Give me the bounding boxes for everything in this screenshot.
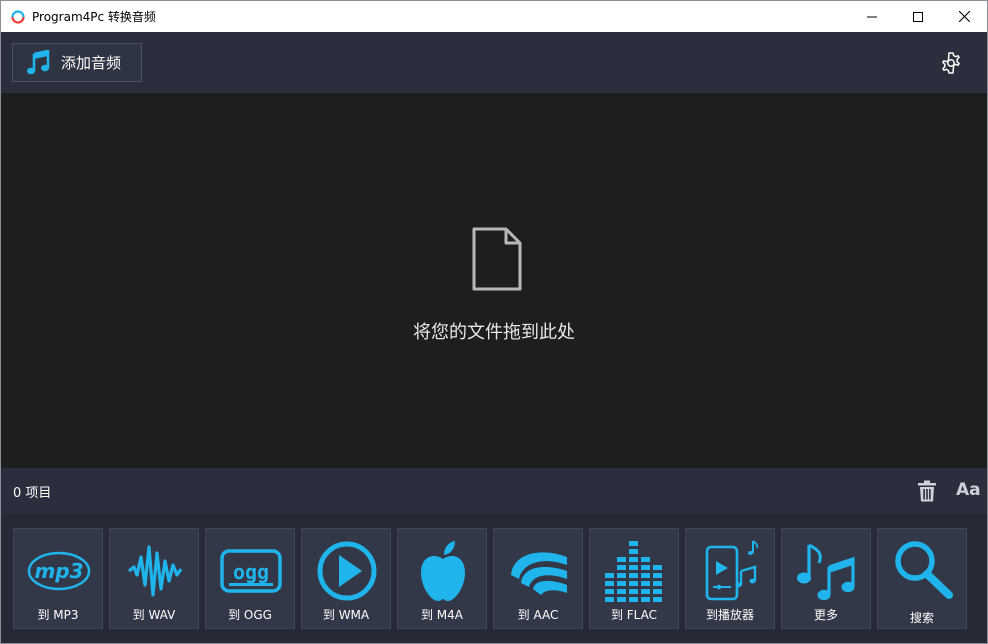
gear-icon[interactable]: [939, 51, 963, 75]
window-title: Program4Pc 转换音频: [32, 10, 156, 24]
maximize-icon: [913, 11, 923, 22]
app-logo-icon: [11, 9, 25, 24]
drop-zone[interactable]: 将您的文件拖到此处: [1, 93, 987, 468]
close-icon: [958, 11, 970, 22]
search-label: 搜索: [909, 611, 934, 625]
drop-hint-text: 将您的文件拖到此处: [413, 322, 575, 343]
more-formats-label: 更多: [813, 608, 838, 622]
minimize-button[interactable]: [849, 1, 895, 32]
close-button[interactable]: [941, 1, 987, 32]
convert-mp3-button[interactable]: mp3 到 MP3: [13, 528, 103, 629]
minimize-icon: [867, 16, 877, 17]
more-formats-button[interactable]: 更多: [781, 528, 871, 629]
aac-wave-icon: [511, 552, 567, 595]
add-audio-button[interactable]: 添加音频: [12, 43, 142, 82]
convert-player-label: 到播放器: [705, 608, 754, 622]
convert-flac-label: 到 FLAC: [610, 608, 658, 622]
file-icon: [472, 227, 522, 291]
window-controls: [849, 1, 987, 32]
status-bar: 0 项目 Aa: [1, 468, 987, 514]
convert-player-button[interactable]: 到播放器: [685, 528, 775, 629]
font-size-button[interactable]: Aa: [956, 480, 981, 500]
convert-ogg-label: 到 OGG: [228, 608, 272, 622]
convert-m4a-label: 到 M4A: [420, 608, 463, 622]
svg-text:ogg: ogg: [233, 560, 269, 584]
maximize-button[interactable]: [895, 1, 941, 32]
music-notes-icon: [797, 543, 855, 601]
convert-ogg-button[interactable]: ogg 到 OGG: [205, 528, 295, 629]
title-bar[interactable]: Program4Pc 转换音频: [1, 1, 987, 32]
search-icon: [895, 541, 953, 599]
convert-wav-button[interactable]: 到 WAV: [109, 528, 199, 629]
convert-aac-button[interactable]: 到 AAC: [493, 528, 583, 629]
convert-wma-label: 到 WMA: [322, 608, 370, 622]
search-button[interactable]: 搜索: [877, 528, 967, 629]
convert-mp3-label: 到 MP3: [37, 608, 79, 622]
item-count: 0 项目: [13, 486, 52, 501]
waveform-icon: [128, 545, 183, 597]
play-circle-icon: [317, 541, 377, 601]
ogg-icon: ogg: [220, 549, 282, 593]
add-audio-label: 添加音频: [61, 54, 122, 72]
trash-icon[interactable]: [917, 480, 937, 502]
convert-m4a-button[interactable]: 到 M4A: [397, 528, 487, 629]
app-window: Program4Pc 转换音频 添加音频 将您的文件拖到此处 0 项目 Aa m…: [0, 0, 988, 644]
equalizer-icon: [605, 541, 662, 602]
toolbar: 添加音频: [1, 32, 987, 93]
convert-aac-label: 到 AAC: [517, 608, 559, 622]
mp3-icon: mp3: [27, 551, 91, 591]
svg-text:mp3: mp3: [34, 559, 83, 583]
convert-flac-button[interactable]: 到 FLAC: [589, 528, 679, 629]
phone-music-icon: [705, 540, 759, 601]
convert-wma-button[interactable]: 到 WMA: [301, 528, 391, 629]
apple-icon: [421, 541, 465, 601]
format-bar: mp3 到 MP3 到 WAV ogg 到 OGG 到 WMA 到 M4A 到 …: [1, 514, 987, 643]
convert-wav-label: 到 WAV: [132, 608, 176, 622]
music-note-icon: [27, 49, 50, 74]
